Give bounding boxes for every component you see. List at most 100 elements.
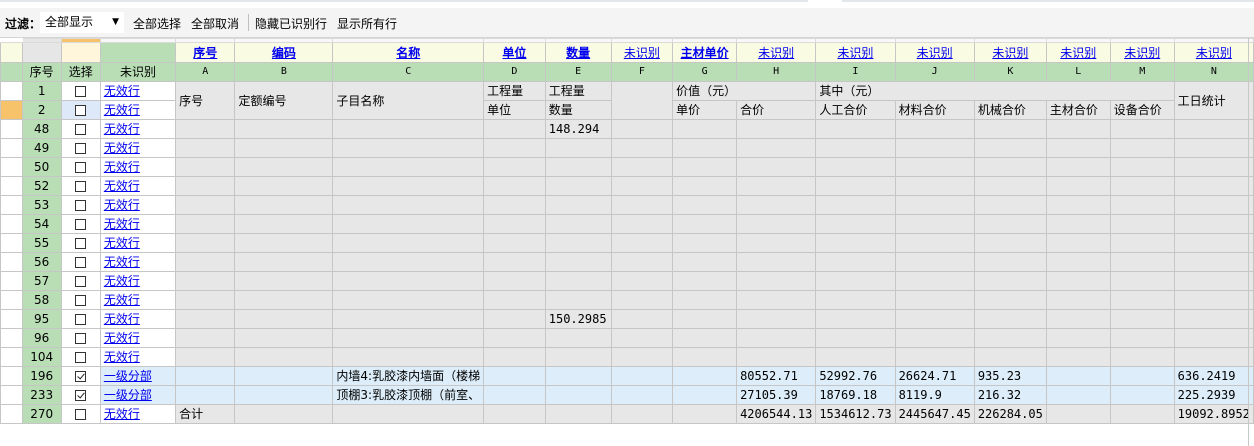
row-type-cell[interactable]: 无效行: [99, 157, 177, 177]
column-mapping-link[interactable]: 未识别: [624, 46, 660, 60]
column-mapping-link[interactable]: 未识别: [1060, 46, 1096, 60]
column-mapping-header-E[interactable]: 数量: [544, 42, 612, 63]
row-checkbox-cell[interactable]: [60, 271, 101, 291]
row-type-link[interactable]: 一级分部: [104, 369, 152, 383]
table-row[interactable]: 54 无效行: [0, 214, 1254, 234]
row-type-cell[interactable]: 无效行: [99, 404, 177, 424]
row-checkbox-cell[interactable]: [60, 81, 101, 101]
row-checkbox-cell[interactable]: [60, 233, 101, 253]
column-mapping-header-H[interactable]: 未识别: [736, 42, 817, 63]
row-type-cell[interactable]: 无效行: [99, 214, 177, 234]
row-type-link[interactable]: 无效行: [104, 236, 140, 250]
row-type-link[interactable]: 无效行: [104, 141, 140, 155]
row-type-cell[interactable]: 无效行: [99, 271, 177, 291]
row-type-link[interactable]: 无效行: [104, 274, 140, 288]
row-checkbox[interactable]: [75, 409, 87, 420]
select-all-button[interactable]: 全部选择: [133, 15, 181, 32]
column-mapping-header-A[interactable]: 序号: [175, 42, 236, 63]
hide-identified-rows-button[interactable]: 隐藏已识别行: [255, 15, 327, 32]
row-checkbox[interactable]: [75, 124, 87, 135]
column-mapping-header-I[interactable]: 未识别: [815, 42, 896, 63]
row-type-cell[interactable]: 无效行: [99, 309, 177, 329]
row-checkbox[interactable]: [75, 333, 87, 344]
row-checkbox-cell[interactable]: [60, 214, 101, 234]
table-row[interactable]: 50 无效行: [0, 157, 1254, 177]
filter-dropdown[interactable]: 全部显示 ▼: [40, 12, 124, 33]
row-checkbox-cell[interactable]: [60, 290, 101, 310]
column-mapping-link[interactable]: 编码: [272, 46, 296, 60]
row-checkbox-cell[interactable]: [60, 119, 101, 139]
deselect-all-button[interactable]: 全部取消: [191, 15, 239, 32]
column-mapping-link[interactable]: 未识别: [758, 46, 794, 60]
row-type-link[interactable]: 无效行: [104, 160, 140, 174]
column-mapping-header-D[interactable]: 单位: [483, 42, 546, 63]
row-checkbox-cell[interactable]: [60, 252, 101, 272]
row-type-cell[interactable]: 无效行: [99, 100, 177, 120]
row-checkbox-cell[interactable]: [60, 328, 101, 348]
row-checkbox[interactable]: [75, 200, 87, 211]
column-mapping-header-G[interactable]: 主材单价: [672, 42, 738, 63]
row-checkbox[interactable]: [75, 276, 87, 287]
table-row[interactable]: 52 无效行: [0, 176, 1254, 196]
column-mapping-header-C[interactable]: 名称: [332, 42, 485, 63]
column-mapping-link[interactable]: 未识别: [1124, 46, 1160, 60]
column-mapping-link[interactable]: 主材单价: [681, 46, 729, 60]
row-checkbox-cell[interactable]: [60, 404, 101, 424]
row-type-link[interactable]: 无效行: [104, 350, 140, 364]
row-type-link[interactable]: 无效行: [104, 122, 140, 136]
row-type-cell[interactable]: 无效行: [99, 252, 177, 272]
column-mapping-link[interactable]: 未识别: [1196, 46, 1232, 60]
row-checkbox[interactable]: [75, 257, 87, 268]
row-type-link[interactable]: 无效行: [104, 331, 140, 345]
table-row[interactable]: 233 一级分部 顶棚3:乳胶漆顶棚（前室、 27105.39 18769.18 8119…: [0, 385, 1254, 405]
row-type-link[interactable]: 无效行: [104, 293, 140, 307]
column-mapping-link[interactable]: 未识别: [992, 46, 1028, 60]
table-row[interactable]: 57 无效行: [0, 271, 1254, 291]
column-mapping-header-L[interactable]: 未识别: [1045, 42, 1111, 63]
table-row[interactable]: 48 无效行 148.294: [0, 119, 1254, 139]
row-checkbox[interactable]: [75, 86, 87, 97]
column-mapping-link[interactable]: 名称: [396, 46, 420, 60]
table-row[interactable]: 104 无效行: [0, 347, 1254, 367]
column-mapping-header-F[interactable]: 未识别: [610, 42, 674, 63]
column-mapping-header-J[interactable]: 未识别: [894, 42, 975, 63]
row-checkbox[interactable]: [75, 371, 87, 382]
row-type-cell[interactable]: 一级分部: [99, 385, 177, 405]
row-type-link[interactable]: 无效行: [104, 198, 140, 212]
row-checkbox-cell[interactable]: [60, 366, 101, 386]
row-type-cell[interactable]: 无效行: [99, 233, 177, 253]
row-type-link[interactable]: 无效行: [104, 312, 140, 326]
row-checkbox[interactable]: [75, 105, 87, 116]
table-row[interactable]: 49 无效行: [0, 138, 1254, 158]
column-mapping-header-B[interactable]: 编码: [234, 42, 334, 63]
row-checkbox[interactable]: [75, 219, 87, 230]
row-checkbox-cell[interactable]: [60, 195, 101, 215]
row-type-link[interactable]: 无效行: [104, 103, 140, 117]
row-checkbox-cell[interactable]: [60, 100, 101, 120]
row-type-cell[interactable]: 一级分部: [99, 366, 177, 386]
row-type-cell[interactable]: 无效行: [99, 290, 177, 310]
row-checkbox-cell[interactable]: [60, 138, 101, 158]
column-mapping-link[interactable]: 数量: [566, 46, 590, 60]
row-checkbox[interactable]: [75, 295, 87, 306]
row-checkbox-cell[interactable]: [60, 309, 101, 329]
table-row[interactable]: 196 一级分部 内墙4:乳胶漆内墙面（楼梯 80552.71 52992.76 2662…: [0, 366, 1254, 386]
table-row[interactable]: 56 无效行: [0, 252, 1254, 272]
row-type-link[interactable]: 无效行: [104, 179, 140, 193]
column-mapping-header-M[interactable]: 未识别: [1109, 42, 1175, 63]
table-row[interactable]: 53 无效行: [0, 195, 1254, 215]
row-checkbox[interactable]: [75, 314, 87, 325]
row-type-cell[interactable]: 无效行: [99, 81, 177, 101]
column-mapping-link[interactable]: 未识别: [917, 46, 953, 60]
row-type-link[interactable]: 无效行: [104, 217, 140, 231]
table-row[interactable]: 96 无效行: [0, 328, 1254, 348]
row-checkbox-cell[interactable]: [60, 157, 101, 177]
table-row[interactable]: 1 无效行 序号 定额编号 子目名称 工程量 工程量 价值（元） 其中（元） 工日统计: [0, 81, 1254, 120]
row-type-link[interactable]: 无效行: [104, 407, 140, 421]
table-row[interactable]: 55 无效行: [0, 233, 1254, 253]
row-checkbox-cell[interactable]: [60, 176, 101, 196]
row-type-link[interactable]: 无效行: [104, 84, 140, 98]
column-mapping-link[interactable]: 单位: [502, 46, 526, 60]
column-mapping-header-K[interactable]: 未识别: [973, 42, 1047, 63]
row-checkbox[interactable]: [75, 352, 87, 363]
